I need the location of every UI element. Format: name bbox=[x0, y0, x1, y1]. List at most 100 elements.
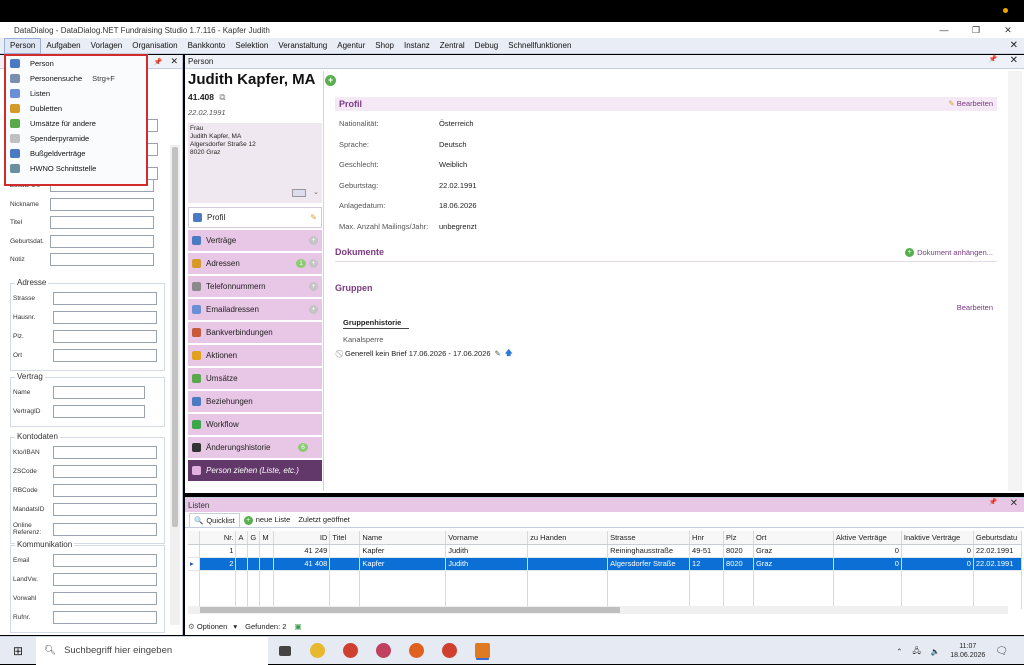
pencil-icon[interactable]: ✎ bbox=[495, 349, 501, 358]
column-header[interactable]: Ort bbox=[753, 531, 834, 545]
column-header[interactable]: Aktive Verträge bbox=[833, 531, 902, 545]
pin-icon[interactable]: 📌 bbox=[989, 498, 998, 509]
menu-option[interactable]: Umsätze für andere bbox=[6, 116, 146, 131]
tab-new-list[interactable]: + neue Liste bbox=[240, 513, 295, 527]
menu-item-zentral[interactable]: Zentral bbox=[435, 38, 470, 54]
nav-item-lightning[interactable]: Aktionen bbox=[188, 345, 322, 366]
menu-item-schnellfunktionen[interactable]: Schnellfunktionen bbox=[503, 38, 576, 54]
maximize-button[interactable]: ❐ bbox=[960, 22, 992, 38]
add-icon[interactable]: + bbox=[309, 305, 318, 314]
search-input[interactable] bbox=[53, 311, 157, 324]
edit-profile-button[interactable]: ✎ Bearbeiten bbox=[948, 97, 993, 111]
nav-item-email[interactable]: Emailadressen + bbox=[188, 299, 322, 320]
pin-icon[interactable]: 📌 bbox=[154, 58, 163, 66]
pencil-icon[interactable]: ✎ bbox=[310, 213, 317, 222]
column-header[interactable]: Vorname bbox=[445, 531, 529, 545]
arrow-up-icon[interactable]: 🡅 bbox=[505, 347, 513, 360]
tab-recently-opened[interactable]: Zuletzt geöffnet bbox=[294, 513, 354, 527]
add-icon[interactable]: + bbox=[309, 282, 318, 291]
tab-quicklist[interactable]: 🔍 Quicklist bbox=[189, 513, 240, 527]
menu-item-debug[interactable]: Debug bbox=[470, 38, 504, 54]
menu-item-shop[interactable]: Shop bbox=[370, 38, 399, 54]
search-input[interactable] bbox=[53, 405, 145, 418]
column-header[interactable]: A bbox=[235, 531, 249, 545]
column-header[interactable]: ID bbox=[273, 531, 331, 545]
windows-start-icon[interactable]: ⊞ bbox=[0, 644, 36, 658]
file-explorer-icon[interactable] bbox=[301, 637, 334, 665]
column-header[interactable]: zu Handen bbox=[527, 531, 609, 545]
column-header[interactable]: Plz bbox=[723, 531, 755, 545]
speaker-icon[interactable]: 🔈 bbox=[931, 647, 940, 656]
column-header[interactable]: Name bbox=[359, 531, 447, 545]
chrome-icon[interactable] bbox=[334, 637, 367, 665]
network-icon[interactable]: 🖧 bbox=[913, 645, 921, 658]
column-header[interactable]: G bbox=[247, 531, 261, 545]
search-input[interactable] bbox=[53, 292, 157, 305]
row-selector[interactable]: ▸ bbox=[188, 557, 201, 571]
close-panel-icon[interactable]: ✕ bbox=[1010, 498, 1018, 509]
nav-item-relations[interactable]: Beziehungen bbox=[188, 391, 322, 412]
menu-item-bankkonto[interactable]: Bankkonto bbox=[183, 38, 231, 54]
column-header[interactable]: Hnr bbox=[689, 531, 725, 545]
menu-option[interactable]: Listen bbox=[6, 86, 146, 101]
scrollbar-thumb[interactable] bbox=[200, 607, 620, 613]
pin-icon[interactable]: 📌 bbox=[989, 55, 998, 66]
menu-item-instanz[interactable]: Instanz bbox=[399, 38, 435, 54]
nav-item-phone[interactable]: Telefonnummern + bbox=[188, 276, 322, 297]
menu-option[interactable]: Person bbox=[6, 56, 146, 71]
search-input[interactable] bbox=[53, 522, 157, 536]
table-row[interactable]: ▸ 2 41 408 Kapfer Judith Algersdorfer Straße 1… bbox=[188, 557, 1023, 571]
menu-item-vorlagen[interactable]: Vorlagen bbox=[86, 38, 128, 54]
column-header[interactable]: Titel bbox=[329, 531, 361, 545]
search-input[interactable] bbox=[53, 330, 157, 343]
menu-item-organisation[interactable]: Organisation bbox=[127, 38, 182, 54]
attach-document-button[interactable]: + Dokument anhängen... bbox=[905, 248, 993, 257]
search-input[interactable] bbox=[50, 253, 154, 266]
minimize-button[interactable]: — bbox=[928, 22, 960, 38]
search-input[interactable] bbox=[53, 611, 157, 624]
column-header[interactable]: Inaktive Verträge bbox=[901, 531, 974, 545]
search-input[interactable] bbox=[53, 554, 157, 567]
add-icon[interactable]: + bbox=[309, 236, 318, 245]
search-input[interactable] bbox=[50, 234, 154, 248]
search-input[interactable] bbox=[53, 465, 157, 478]
nav-item-bank[interactable]: Bankverbindungen bbox=[188, 322, 322, 343]
chrome-2-icon[interactable] bbox=[433, 637, 466, 665]
search-input[interactable] bbox=[53, 349, 157, 362]
menu-item-agentur[interactable]: Agentur bbox=[332, 38, 370, 54]
notifications-icon[interactable]: 🗨 bbox=[995, 646, 1008, 657]
nav-item-drag-person[interactable]: Person ziehen (Liste, etc.) bbox=[188, 460, 322, 481]
datadialog-icon[interactable] bbox=[466, 637, 499, 665]
search-input[interactable] bbox=[50, 216, 154, 229]
chevron-down-icon[interactable]: ⌄ bbox=[313, 189, 319, 197]
nav-item-profile[interactable]: Profil ✎ bbox=[188, 207, 322, 228]
search-input[interactable] bbox=[53, 484, 157, 497]
edit-groups-button[interactable]: Bearbeiten bbox=[957, 303, 993, 312]
search-input[interactable] bbox=[53, 446, 157, 459]
options-button[interactable]: ⚙ Optionen ▾ bbox=[188, 622, 237, 631]
search-input[interactable] bbox=[53, 592, 157, 605]
app-icon[interactable] bbox=[367, 637, 400, 665]
firefox-icon[interactable] bbox=[400, 637, 433, 665]
menu-option[interactable]: Dubletten bbox=[6, 101, 146, 116]
search-input[interactable] bbox=[50, 197, 154, 211]
nav-item-contracts[interactable]: Verträge + bbox=[188, 230, 322, 251]
menu-option[interactable]: Personensuche Strg+F bbox=[6, 71, 146, 86]
close-panel-icon[interactable]: ✕ bbox=[1010, 55, 1018, 66]
chevron-up-icon[interactable]: ⌃ bbox=[896, 647, 902, 656]
close-all-icon[interactable]: ✕ bbox=[1010, 40, 1018, 51]
clock[interactable]: 11:07 18.06.2026 bbox=[950, 642, 985, 660]
search-input[interactable] bbox=[53, 503, 157, 516]
add-icon[interactable]: + bbox=[325, 74, 337, 86]
export-icon[interactable]: ▣ bbox=[294, 622, 301, 631]
menu-item-selektion[interactable]: Selektion bbox=[230, 38, 273, 54]
scrollbar[interactable] bbox=[170, 145, 180, 625]
add-icon[interactable]: + bbox=[309, 259, 318, 268]
nav-item-revenue[interactable]: Umsätze bbox=[188, 368, 322, 389]
menu-item-person[interactable]: Person bbox=[4, 37, 42, 54]
nav-item-workflow[interactable]: Workflow bbox=[188, 414, 322, 435]
search-input[interactable] bbox=[53, 386, 145, 399]
column-header[interactable]: M bbox=[259, 531, 275, 545]
search-input[interactable] bbox=[53, 573, 157, 586]
nav-item-history[interactable]: Änderungshistorie 6 bbox=[188, 437, 322, 458]
